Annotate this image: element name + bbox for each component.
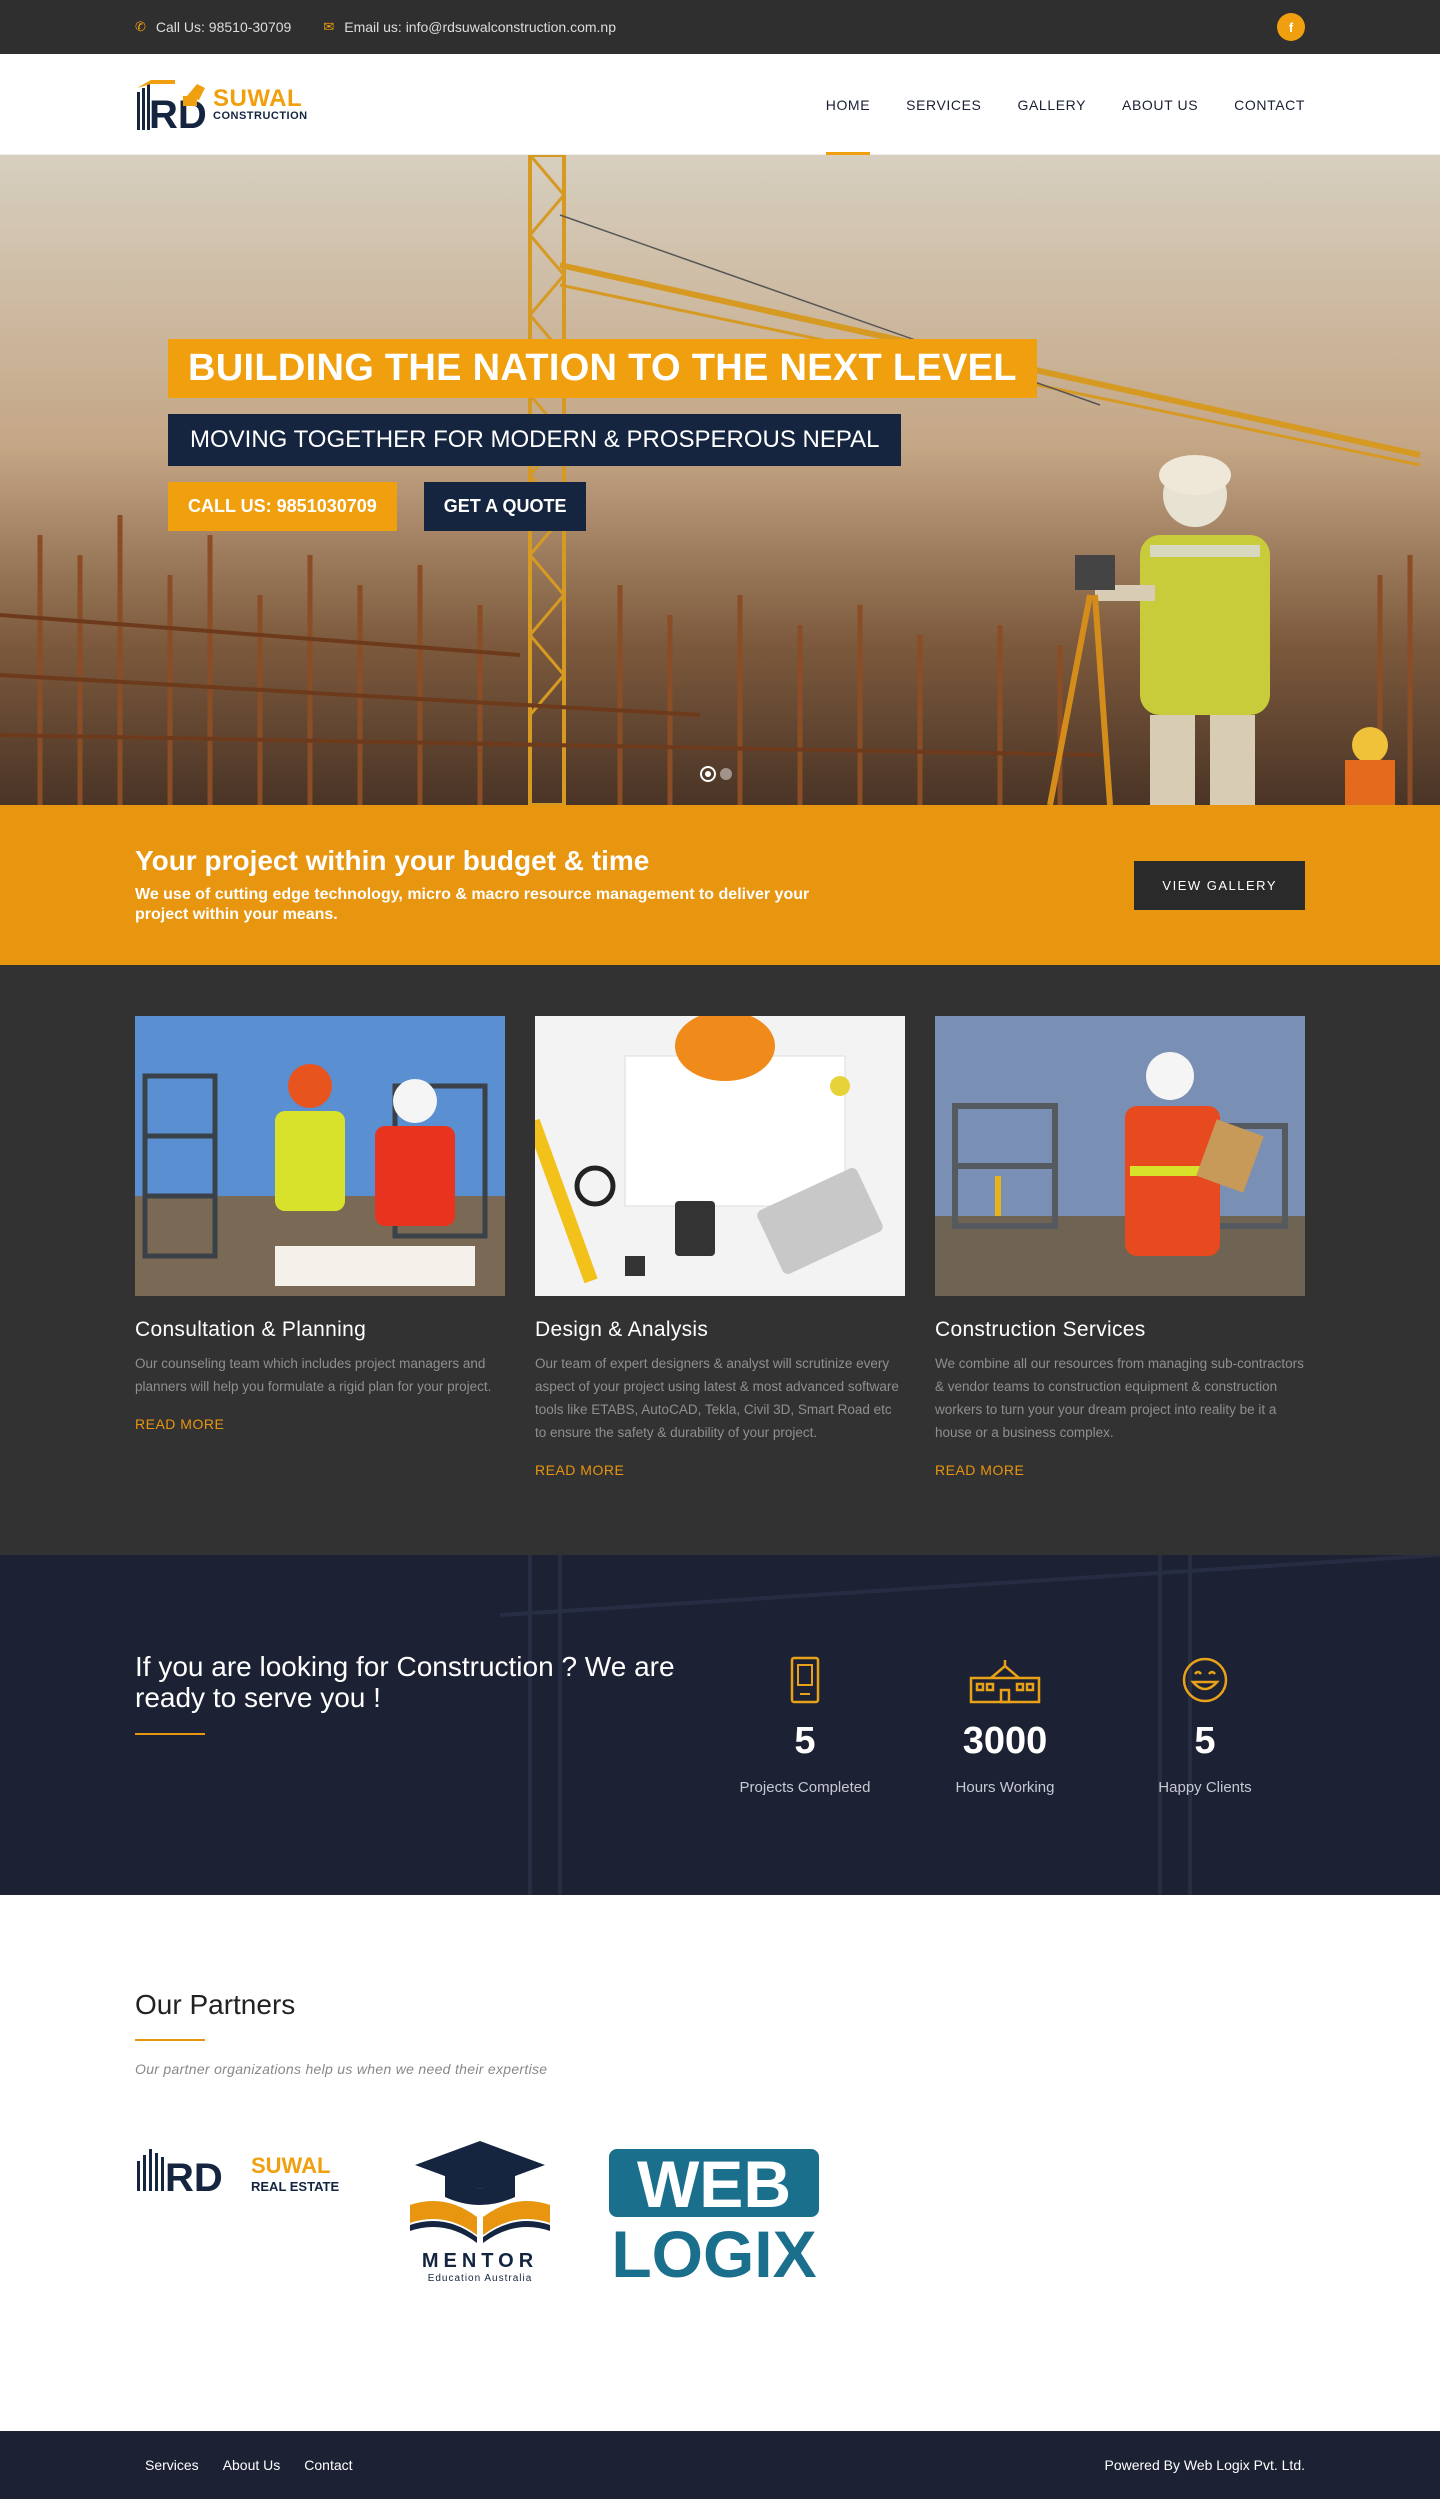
nav-services[interactable]: SERVICES <box>888 54 999 155</box>
powered-by-text[interactable]: Powered By Web Logix Pvt. Ltd. <box>1104 2457 1305 2473</box>
rd-mark: RD <box>165 2156 223 2199</box>
read-more-link[interactable]: READ MORE <box>935 1462 1305 1478</box>
view-gallery-button[interactable]: VIEW GALLERY <box>1134 860 1305 910</box>
nav-home[interactable]: HOME <box>808 54 888 155</box>
counter-label: Hours Working <box>955 1779 1055 1796</box>
tablet-icon <box>705 1654 905 1704</box>
read-more-link[interactable]: READ MORE <box>535 1462 905 1478</box>
nav-gallery[interactable]: GALLERY <box>1000 54 1105 155</box>
service-card: Construction Services We combine all our… <box>935 1016 1305 1478</box>
counter-label: Happy Clients <box>1158 1779 1252 1796</box>
slider-dot[interactable] <box>720 768 732 780</box>
construction-services-image <box>935 1016 1305 1296</box>
service-title: Design & Analysis <box>535 1318 709 1341</box>
brand-name: SUWAL <box>213 85 303 112</box>
phone-icon: ✆ <box>135 19 146 34</box>
counter-hours: 3000 Hours Working <box>905 1654 1105 1796</box>
counter-value: 5 <box>794 1720 816 1762</box>
nav-contact[interactable]: CONTACT <box>1216 54 1305 155</box>
service-card: Design & Analysis Our team of expert des… <box>535 1016 905 1478</box>
counter-clients: 5 Happy Clients <box>1105 1654 1305 1796</box>
call-us-button[interactable]: CALL US: 9851030709 <box>168 482 397 531</box>
hero-slider: BUILDING THE NATION TO THE NEXT LEVEL MO… <box>0 155 1440 805</box>
suwal-word: SUWAL <box>251 2153 330 2178</box>
partners-section: Our Partners Our partner organizations h… <box>0 1895 1440 2431</box>
partners-underline <box>135 2039 205 2041</box>
counter-projects: 5 Projects Completed <box>705 1654 905 1796</box>
budget-cta-band: Your project within your budget & time W… <box>0 805 1440 965</box>
envelope-icon: ✉ <box>323 19 335 34</box>
service-text: We combine all our resources from managi… <box>935 1356 1304 1440</box>
rd-suwal-real-estate-logo[interactable]: RD SUWAL REAL ESTATE <box>135 2139 355 2199</box>
mentor-sub: Education Australia <box>428 2273 533 2284</box>
consultation-image <box>135 1016 505 1296</box>
service-card: Consultation & Planning Our counseling t… <box>135 1016 505 1478</box>
stats-section: If you are looking for Construction ? We… <box>0 1555 1440 1895</box>
design-analysis-image <box>535 1016 905 1296</box>
phone-info[interactable]: ✆ Call Us: 98510-30709 <box>135 19 291 35</box>
cta-text: We use of cutting edge technology, micro… <box>135 886 810 923</box>
get-quote-button[interactable]: GET A QUOTE <box>423 482 587 531</box>
stats-heading: If you are looking for Construction ? We… <box>135 1651 675 1713</box>
partners-title: Our Partners <box>135 1989 296 2020</box>
logix-word: LOGIX <box>611 2217 816 2285</box>
web-word: WEB <box>637 2147 791 2221</box>
building-icon <box>905 1654 1105 1704</box>
rd-logo-mark-icon: RD <box>137 79 207 132</box>
email-text: Email us: info@rdsuwalconstruction.com.n… <box>344 19 617 35</box>
service-title: Construction Services <box>935 1318 1146 1341</box>
hero-subtitle: MOVING TOGETHER FOR MODERN & PROSPEROUS … <box>168 414 902 466</box>
partners-subtitle: Our partner organizations help us when w… <box>135 2061 548 2077</box>
real-estate-word: REAL ESTATE <box>251 2179 339 2194</box>
mentor-word: MENTOR <box>422 2250 538 2272</box>
services-section: Consultation & Planning Our counseling t… <box>0 965 1440 1555</box>
top-bar: ✆ Call Us: 98510-30709 ✉ Email us: info@… <box>0 0 1440 54</box>
mentor-education-logo[interactable]: MENTOR Education Australia <box>385 2135 575 2285</box>
counter-value: 5 <box>1194 1720 1216 1762</box>
brand-tagline: CONSTRUCTION <box>213 110 308 122</box>
smiley-icon <box>1105 1654 1305 1704</box>
footer-link-about-us[interactable]: About Us <box>223 2457 281 2473</box>
counter-label: Projects Completed <box>739 1779 871 1796</box>
hero-title: BUILDING THE NATION TO THE NEXT LEVEL <box>168 339 1037 398</box>
slider-dot-active[interactable] <box>700 766 716 782</box>
site-footer: Services About Us Contact Powered By Web… <box>0 2431 1440 2499</box>
slider-dots <box>700 766 736 782</box>
web-logix-logo[interactable]: WEB LOGIX <box>605 2135 825 2285</box>
phone-text: Call Us: 98510-30709 <box>155 19 292 35</box>
counter-value: 3000 <box>962 1720 1048 1762</box>
service-title: Consultation & Planning <box>135 1318 367 1341</box>
footer-link-contact[interactable]: Contact <box>304 2457 352 2473</box>
cta-title: Your project within your budget & time <box>135 845 650 876</box>
nav-about-us[interactable]: ABOUT US <box>1104 54 1216 155</box>
site-logo[interactable]: RD SUWAL CONSTRUCTION <box>135 78 308 132</box>
service-text: Our counseling team which includes proje… <box>135 1356 492 1394</box>
service-text: Our team of expert designers & analyst w… <box>535 1356 899 1440</box>
facebook-icon[interactable]: f <box>1277 13 1305 41</box>
main-nav: HOME SERVICES GALLERY ABOUT US CONTACT <box>808 54 1305 155</box>
read-more-link[interactable]: READ MORE <box>135 1416 505 1432</box>
footer-link-services[interactable]: Services <box>145 2457 199 2473</box>
email-info[interactable]: ✉ Email us: info@rdsuwalconstruction.com… <box>323 19 616 35</box>
site-header: RD SUWAL CONSTRUCTION HOME SERVICES GALL… <box>0 54 1440 155</box>
heading-underline <box>135 1733 205 1735</box>
